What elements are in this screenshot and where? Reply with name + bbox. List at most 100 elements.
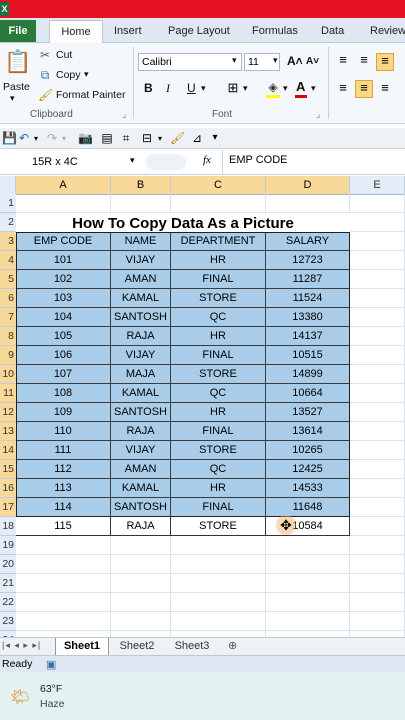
- column-header-b[interactable]: B: [111, 176, 171, 194]
- fill-color-dropdown-icon[interactable]: ▾: [283, 83, 288, 94]
- empty-cell[interactable]: [111, 593, 171, 612]
- table-cell[interactable]: 114: [16, 498, 111, 517]
- table-cell[interactable]: 111: [16, 441, 111, 460]
- table-header-cell[interactable]: EMP CODE: [16, 232, 111, 251]
- row-header[interactable]: 21: [0, 574, 16, 593]
- empty-cell[interactable]: [350, 213, 405, 232]
- table-cell[interactable]: 104: [16, 308, 111, 327]
- camera-icon[interactable]: 📷: [78, 131, 93, 145]
- table-cell[interactable]: 115: [16, 517, 111, 536]
- table-cell[interactable]: RAJA: [111, 517, 171, 536]
- empty-cell[interactable]: [111, 194, 171, 213]
- table-cell[interactable]: FINAL: [171, 422, 266, 441]
- table-cell[interactable]: 103: [16, 289, 111, 308]
- column-header-a[interactable]: A: [16, 176, 111, 194]
- empty-cell[interactable]: [16, 574, 111, 593]
- redo-dropdown-icon[interactable]: ▾: [60, 132, 68, 146]
- fill-color-icon[interactable]: ◈: [266, 80, 280, 94]
- paste-dropdown-icon[interactable]: ▾: [10, 93, 15, 104]
- row-header[interactable]: 7: [0, 308, 16, 327]
- empty-cell[interactable]: [266, 574, 350, 593]
- empty-cell[interactable]: [350, 327, 405, 346]
- table-cell[interactable]: 11648: [266, 498, 350, 517]
- table-cell[interactable]: KAMAL: [111, 289, 171, 308]
- table-header-cell[interactable]: SALARY: [266, 232, 350, 251]
- format-painter-button[interactable]: Format Painter: [56, 89, 125, 101]
- row-header[interactable]: 20: [0, 555, 16, 574]
- row-header[interactable]: 19: [0, 536, 16, 555]
- table-cell[interactable]: 14899: [266, 365, 350, 384]
- tab-home[interactable]: Home: [49, 20, 103, 43]
- table-cell[interactable]: MAJA: [111, 365, 171, 384]
- sheet-title[interactable]: How To Copy Data As a Picture: [16, 213, 350, 234]
- empty-cell[interactable]: [111, 555, 171, 574]
- align-center-icon[interactable]: ≡: [355, 80, 373, 98]
- empty-cell[interactable]: [350, 289, 405, 308]
- undo-icon[interactable]: ↶: [18, 131, 30, 145]
- table-icon[interactable]: ⊟: [140, 131, 154, 145]
- empty-cell[interactable]: [350, 612, 405, 631]
- empty-cell[interactable]: [111, 574, 171, 593]
- table-cell[interactable]: 109: [16, 403, 111, 422]
- empty-cell[interactable]: [171, 612, 266, 631]
- table-cell[interactable]: STORE: [171, 289, 266, 308]
- table-cell[interactable]: 12425: [266, 460, 350, 479]
- table-cell[interactable]: STORE: [171, 517, 266, 536]
- sheet-tab-sheet1[interactable]: Sheet1: [55, 638, 109, 655]
- table-cell[interactable]: 10515: [266, 346, 350, 365]
- empty-cell[interactable]: [350, 270, 405, 289]
- tab-insert[interactable]: Insert: [114, 21, 142, 41]
- table-cell[interactable]: HR: [171, 251, 266, 270]
- empty-cell[interactable]: [350, 441, 405, 460]
- font-launcher-icon[interactable]: ⌟: [316, 109, 320, 120]
- table-cell[interactable]: 14533: [266, 479, 350, 498]
- table-cell[interactable]: STORE: [171, 365, 266, 384]
- table-cell[interactable]: 102: [16, 270, 111, 289]
- empty-cell[interactable]: [350, 479, 405, 498]
- align-top-icon[interactable]: ≡: [336, 53, 350, 67]
- empty-cell[interactable]: [350, 574, 405, 593]
- brush-icon[interactable]: 🖌: [170, 131, 185, 145]
- table-cell[interactable]: STORE: [171, 441, 266, 460]
- row-header[interactable]: 5: [0, 270, 16, 289]
- table-cell[interactable]: KAMAL: [111, 384, 171, 403]
- empty-cell[interactable]: [350, 422, 405, 441]
- row-header[interactable]: 23: [0, 612, 16, 631]
- table-cell[interactable]: 101: [16, 251, 111, 270]
- row-header[interactable]: 22: [0, 593, 16, 612]
- table-cell[interactable]: 11524: [266, 289, 350, 308]
- table-cell[interactable]: AMAN: [111, 270, 171, 289]
- font-size-dropdown-icon[interactable]: ▾: [273, 55, 278, 66]
- table-cell[interactable]: RAJA: [111, 422, 171, 441]
- table-cell[interactable]: VIJAY: [111, 251, 171, 270]
- print-preview-icon[interactable]: ▤: [100, 131, 114, 145]
- customize-qat-icon[interactable]: ▾: [210, 131, 220, 145]
- empty-cell[interactable]: [350, 384, 405, 403]
- table-cell[interactable]: 13527: [266, 403, 350, 422]
- table-cell[interactable]: AMAN: [111, 460, 171, 479]
- empty-cell[interactable]: [171, 593, 266, 612]
- row-header[interactable]: 6: [0, 289, 16, 308]
- align-bottom-icon[interactable]: ≡: [376, 53, 394, 71]
- sheet-nav-icons[interactable]: |◂ ◂ ▸ ▸|: [2, 640, 41, 651]
- empty-cell[interactable]: [171, 574, 266, 593]
- underline-button[interactable]: U: [187, 81, 196, 95]
- row-header[interactable]: 9: [0, 346, 16, 365]
- empty-cell[interactable]: [171, 194, 266, 213]
- grow-font-icon[interactable]: A˄: [287, 54, 303, 68]
- empty-cell[interactable]: [171, 536, 266, 555]
- table-cell[interactable]: QC: [171, 308, 266, 327]
- font-name-dropdown-icon[interactable]: ▾: [232, 55, 237, 66]
- empty-cell[interactable]: [350, 498, 405, 517]
- empty-cell[interactable]: [350, 194, 405, 213]
- empty-cell[interactable]: [350, 251, 405, 270]
- table-cell[interactable]: 11287: [266, 270, 350, 289]
- save-icon[interactable]: 💾: [2, 131, 17, 145]
- column-header-d[interactable]: D: [266, 176, 350, 194]
- tab-review[interactable]: Review: [370, 21, 405, 41]
- empty-cell[interactable]: [350, 308, 405, 327]
- macro-record-icon[interactable]: ▣: [46, 658, 56, 671]
- empty-cell[interactable]: [266, 555, 350, 574]
- row-header[interactable]: 16: [0, 479, 16, 498]
- table-cell[interactable]: FINAL: [171, 346, 266, 365]
